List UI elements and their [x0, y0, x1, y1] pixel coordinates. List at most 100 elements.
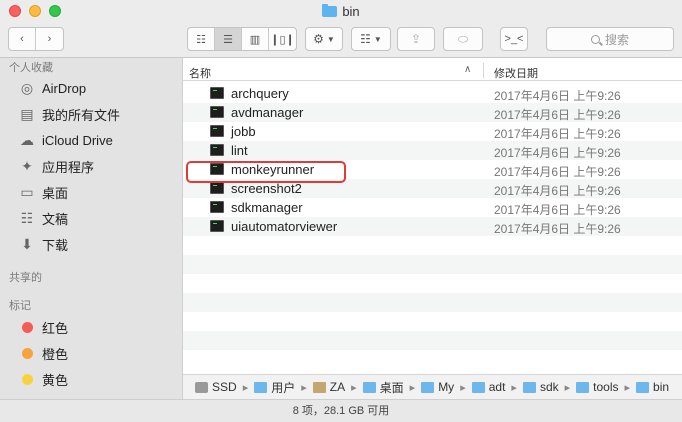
- sidebar-item-all-files[interactable]: ▤ 我的所有文件: [18, 103, 120, 125]
- all-files-icon: ▤: [20, 105, 34, 122]
- path-separator-icon: ▸: [511, 381, 517, 394]
- sort-ascending-icon: ∧: [464, 64, 472, 75]
- column-view-button[interactable]: ▥: [242, 28, 269, 50]
- column-divider[interactable]: [483, 63, 484, 78]
- sidebar-item-label: 桌面: [42, 185, 69, 201]
- arrange-icon: ☷: [360, 32, 371, 46]
- back-button[interactable]: ‹: [9, 28, 36, 50]
- search-field[interactable]: 搜索: [546, 27, 674, 51]
- path-item-tools[interactable]: tools ▸: [576, 380, 636, 394]
- file-date: 2017年4月6日 上午9:26: [494, 165, 621, 179]
- red-highlight-annotation: [186, 161, 346, 183]
- file-name: archquery: [231, 86, 289, 101]
- icon-view-button[interactable]: ☷: [188, 28, 215, 50]
- tags-button[interactable]: ⬭: [443, 27, 483, 51]
- share-icon: ⇪: [410, 32, 422, 46]
- path-item-desktop[interactable]: 桌面 ▸: [362, 379, 422, 396]
- share-button[interactable]: ⇪: [397, 27, 435, 51]
- sidebar-tag-orange[interactable]: 橙色: [18, 342, 68, 364]
- sidebar-tag-yellow[interactable]: 黄色: [18, 368, 68, 390]
- unix-executable-icon: [210, 125, 224, 137]
- unix-executable-icon: [210, 201, 224, 213]
- file-row-archquery[interactable]: archquery 2017年4月6日 上午9:26: [183, 84, 682, 103]
- sidebar: 个人收藏 ◎ AirDrop ▤ 我的所有文件 ☁ iCloud Drive ✦ 应用程…: [0, 58, 183, 399]
- tag-icon: ⬭: [457, 31, 469, 46]
- disk-icon: [195, 381, 208, 393]
- sidebar-item-documents[interactable]: ☷ 文稿: [18, 207, 68, 229]
- empty-row: [183, 331, 682, 350]
- path-separator-icon: ▸: [460, 381, 466, 394]
- file-row-uiautomatorviewer[interactable]: uiautomatorviewer 2017年4月6日 上午9:26: [183, 217, 682, 236]
- sidebar-item-applications[interactable]: ✦ 应用程序: [18, 155, 94, 177]
- file-row-sdkmanager[interactable]: sdkmanager 2017年4月6日 上午9:26: [183, 198, 682, 217]
- terminal-icon: >_<: [504, 33, 524, 45]
- path-separator-icon: ▸: [242, 381, 249, 394]
- file-date: 2017年4月6日 上午9:26: [494, 127, 621, 141]
- file-row-lint[interactable]: lint 2017年4月6日 上午9:26: [183, 141, 682, 160]
- status-bar: 8 项，28.1 GB 可用: [0, 399, 682, 422]
- sidebar-item-label: AirDrop: [42, 80, 87, 96]
- path-item-sdk[interactable]: sdk ▸: [522, 380, 576, 394]
- path-item-adt[interactable]: adt ▸: [471, 380, 523, 394]
- unix-executable-icon: [210, 87, 224, 99]
- file-date: 2017年4月6日 上午9:26: [494, 146, 621, 160]
- empty-row: [183, 350, 682, 369]
- unix-executable-icon: [210, 182, 224, 194]
- documents-icon: ☷: [20, 209, 34, 226]
- path-item-users[interactable]: 用户 ▸: [254, 379, 313, 396]
- sidebar-tag-red[interactable]: 红色: [18, 316, 68, 338]
- cloud-icon: ☁: [20, 131, 34, 148]
- folder-icon: [362, 381, 376, 393]
- sidebar-section-shared: 共享的: [9, 272, 42, 284]
- list-view-button[interactable]: ☰: [215, 28, 242, 50]
- path-item-bin[interactable]: bin: [636, 380, 669, 394]
- sidebar-item-label: iCloud Drive: [42, 132, 113, 148]
- sidebar-item-label: 下载: [42, 237, 69, 253]
- path-item-label: 桌面: [379, 380, 404, 395]
- arrange-menu-button[interactable]: ☷ ▼: [351, 27, 391, 51]
- sidebar-item-icloud-drive[interactable]: ☁ iCloud Drive: [18, 129, 113, 151]
- chevron-right-icon: ›: [47, 33, 52, 45]
- path-separator-icon: ▸: [564, 381, 571, 394]
- path-item-label: 用户: [271, 380, 296, 395]
- path-item-label: sdk: [539, 380, 559, 394]
- folder-icon: [254, 381, 268, 393]
- search-placeholder: 搜索: [604, 32, 629, 47]
- action-menu-button[interactable]: ⚙ ▼: [305, 27, 343, 51]
- empty-row: [183, 312, 682, 331]
- file-name: uiautomatorviewer: [231, 219, 338, 234]
- sidebar-item-desktop[interactable]: ▭ 桌面: [18, 181, 68, 203]
- sidebar-item-label: 橙色: [42, 346, 69, 362]
- path-item-label: bin: [653, 380, 670, 394]
- column-header-name[interactable]: 名称: [189, 65, 211, 81]
- search-icon: [590, 34, 600, 44]
- file-row-avdmanager[interactable]: avdmanager 2017年4月6日 上午9:26: [183, 103, 682, 122]
- path-item-label: My: [438, 380, 455, 394]
- file-date: 2017年4月6日 上午9:26: [494, 203, 621, 217]
- sidebar-item-label: 应用程序: [42, 159, 95, 175]
- empty-row: [183, 255, 682, 274]
- view-mode-buttons: ☷ ☰ ▥ ❙▯❙: [187, 27, 297, 51]
- sidebar-item-airdrop[interactable]: ◎ AirDrop: [18, 77, 86, 99]
- cover-flow-view-button[interactable]: ❙▯❙: [269, 28, 296, 50]
- path-separator-icon: ▸: [409, 381, 416, 394]
- folder-icon: [322, 4, 338, 17]
- file-date: 2017年4月6日 上午9:26: [494, 222, 621, 236]
- unix-executable-icon: [210, 220, 224, 232]
- status-text: 8 项，28.1 GB 可用: [292, 405, 390, 417]
- column-header-date-modified[interactable]: 修改日期: [494, 65, 538, 81]
- open-terminal-button[interactable]: >_<: [500, 27, 528, 51]
- desktop-icon: ▭: [20, 183, 34, 200]
- path-item-home[interactable]: ZA ▸: [312, 380, 363, 394]
- path-item-ssd[interactable]: SSD ▸: [195, 380, 254, 394]
- applications-icon: ✦: [21, 157, 33, 174]
- toolbar: ‹ › ☷ ☰ ▥ ❙▯❙ ⚙ ▼ ☷ ▼ ⇪ ⬭ >_< 搜索: [0, 24, 682, 58]
- unix-executable-icon: [210, 106, 224, 118]
- sidebar-item-downloads[interactable]: ⬇ 下载: [18, 233, 68, 255]
- path-item-my[interactable]: My ▸: [421, 380, 472, 394]
- file-row-jobb[interactable]: jobb 2017年4月6日 上午9:26: [183, 122, 682, 141]
- file-name: avdmanager: [231, 105, 304, 120]
- column-header: 名称 ∧ 修改日期: [183, 61, 682, 81]
- forward-button[interactable]: ›: [36, 28, 63, 50]
- path-item-label: ZA: [329, 380, 346, 394]
